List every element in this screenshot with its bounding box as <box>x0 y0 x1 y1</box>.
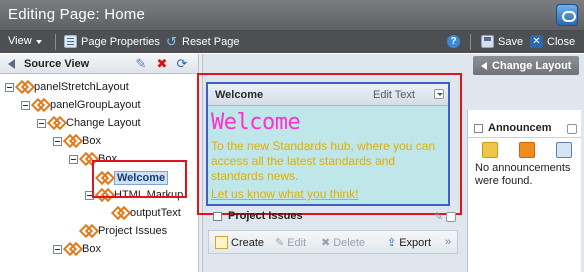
collapse-icon[interactable] <box>474 124 483 133</box>
component-icon <box>33 100 47 110</box>
project-issues-toolbar: Create ✎ Edit ✖ Delete ⇪ Export » <box>208 230 458 254</box>
refresh-icon[interactable]: ⟳ <box>175 57 189 71</box>
announcements-empty-text: No announcements were found. <box>475 162 571 187</box>
triangle-left-icon <box>481 61 487 70</box>
view-menu-label: View <box>8 35 32 47</box>
source-view-title: Source View <box>24 58 90 70</box>
tree-node[interactable]: Box <box>53 135 101 147</box>
tree-node[interactable]: Box <box>53 243 101 255</box>
tree-node[interactable]: outputText <box>101 207 181 219</box>
save-label: Save <box>498 35 524 48</box>
refresh-icon[interactable] <box>556 142 572 158</box>
export-button[interactable]: ⇪ Export <box>387 236 432 250</box>
main-toolbar: View Page Properties ↺ Reset Page ? Save… <box>0 31 584 53</box>
announcements-title: Announcem <box>488 122 552 134</box>
change-layout-button[interactable]: Change Layout <box>473 56 579 75</box>
tree-node[interactable]: panelStretchLayout <box>5 81 129 93</box>
toolbar-separator <box>470 34 471 50</box>
spell-check-icon[interactable]: ✎ <box>134 57 148 71</box>
collapse-node-icon[interactable] <box>53 136 62 146</box>
page-properties-label: Page Properties <box>81 35 160 48</box>
project-issues-title: Project Issues <box>228 210 303 222</box>
delete-label: Delete <box>333 236 366 249</box>
help-icon: ? <box>447 35 460 48</box>
project-issues-header: Project Issues ✎ <box>210 209 458 225</box>
create-icon <box>215 236 228 249</box>
tree-node[interactable]: Project Issues <box>69 225 167 237</box>
collapse-node-icon[interactable] <box>69 154 78 164</box>
tree-node-label: Project Issues <box>98 225 168 237</box>
tree-node-label: panelGroupLayout <box>50 99 141 111</box>
chevron-down-icon <box>35 39 42 44</box>
save-button[interactable]: Save <box>481 35 523 48</box>
oracle-logo-icon <box>556 4 578 26</box>
create-label: Create <box>231 236 265 249</box>
announcements-box: Announcem No announcements were found. <box>467 110 582 272</box>
collapse-icon[interactable] <box>213 212 222 221</box>
collapse-panel-icon[interactable] <box>8 59 15 69</box>
change-layout-label: Change Layout <box>492 59 572 72</box>
component-icon <box>49 118 63 128</box>
edit-icon: ✎ <box>275 237 285 249</box>
reset-page-button[interactable]: ↺ Reset Page <box>165 35 239 48</box>
box-menu-icon[interactable] <box>446 212 456 222</box>
rss-icon[interactable] <box>519 142 535 158</box>
page-properties-button[interactable]: Page Properties <box>64 35 160 48</box>
close-button[interactable]: ✕ Close <box>530 35 575 48</box>
announcements-header: Announcem <box>468 120 582 138</box>
toolbar-separator <box>55 34 56 50</box>
tree-node-label: Box <box>82 243 101 255</box>
reset-page-label: Reset Page <box>182 35 240 48</box>
delete-button[interactable]: ✖ Delete <box>321 236 366 250</box>
component-icon <box>81 226 95 236</box>
component-icon <box>17 82 31 92</box>
tree-node[interactable]: panelGroupLayout <box>21 99 141 111</box>
edit-button[interactable]: ✎ Edit <box>275 236 307 250</box>
edit-label: Edit <box>287 236 307 249</box>
collapse-node-icon[interactable] <box>53 244 62 254</box>
source-view-header: Source View ✎ ✖ ⟳ <box>0 54 198 74</box>
help-button[interactable]: ? <box>447 35 460 48</box>
tree-node-label: outputText <box>130 207 181 219</box>
highlight-box <box>92 160 187 198</box>
reset-icon: ↺ <box>166 34 177 49</box>
edit-pencil-icon[interactable]: ✎ <box>434 210 443 223</box>
box-menu-icon[interactable] <box>567 124 577 134</box>
collapse-node-icon[interactable] <box>21 100 30 110</box>
component-icon <box>65 244 79 254</box>
window-title: Editing Page: Home <box>8 6 146 23</box>
close-icon: ✕ <box>530 35 543 48</box>
create-button[interactable]: Create <box>215 236 264 249</box>
page-properties-icon <box>64 35 77 48</box>
collapse-node-icon[interactable] <box>5 82 14 92</box>
view-menu[interactable]: View <box>8 35 42 47</box>
export-icon: ⇪ <box>387 237 397 249</box>
delete-icon: ✖ <box>321 237 331 249</box>
export-label: Export <box>399 236 432 249</box>
tree-node[interactable]: Change Layout <box>37 117 141 129</box>
component-icon <box>65 136 79 146</box>
tree-node-label: Change Layout <box>66 117 141 129</box>
tree-node-label: panelStretchLayout <box>34 81 129 93</box>
close-label: Close <box>547 35 576 48</box>
component-icon <box>113 208 127 218</box>
new-announcement-icon[interactable] <box>482 142 498 158</box>
collapse-node-icon[interactable] <box>37 118 46 128</box>
title-bar: Editing Page: Home <box>0 0 584 31</box>
save-icon <box>481 35 494 48</box>
delete-icon[interactable]: ✖ <box>155 57 169 71</box>
tree-node-label: Box <box>82 135 101 147</box>
more-icon[interactable]: » <box>445 236 451 248</box>
highlight-box <box>197 73 462 215</box>
